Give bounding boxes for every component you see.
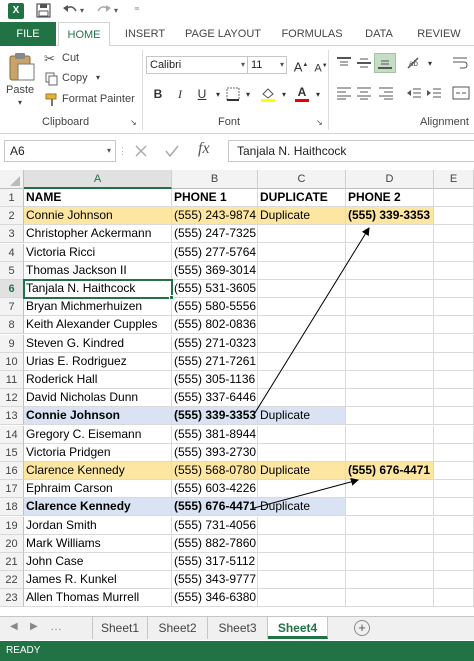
tab-page-layout[interactable]: PAGE LAYOUT (176, 22, 270, 46)
borders-dropdown-icon[interactable]: ▾ (240, 87, 256, 103)
undo-dropdown-icon[interactable]: ▾ (80, 2, 84, 20)
sheet-tab-3[interactable]: Sheet3 (208, 617, 268, 639)
font-color-swatch (295, 99, 309, 102)
chevron-down-icon[interactable]: ▾ (107, 141, 111, 161)
formula-buttons: fx (124, 140, 228, 162)
name-box[interactable]: A6 ▾ (4, 140, 116, 162)
font-group-label: Font (218, 116, 241, 128)
font-name-value: Calibri (150, 59, 182, 71)
fill-color-dropdown-icon[interactable]: ▾ (276, 87, 292, 103)
paste-dropdown-icon[interactable]: ▾ (18, 98, 22, 107)
align-top-icon[interactable] (336, 56, 352, 70)
fill-color-icon[interactable] (260, 86, 276, 102)
tab-file[interactable]: FILE (0, 22, 56, 46)
paste-button[interactable]: Paste ▾ (4, 50, 40, 110)
font-launcher-icon[interactable]: ↘ (316, 118, 323, 127)
scroll-right-icon[interactable]: ▶ (30, 621, 38, 632)
align-bottom-button[interactable] (374, 53, 396, 73)
sheet-tab-1[interactable]: Sheet1 (92, 617, 148, 639)
add-sheet-button[interactable]: + (354, 620, 370, 636)
copy-label: Copy (62, 72, 88, 84)
name-box-value: A6 (10, 144, 25, 158)
save-icon[interactable] (36, 3, 51, 18)
duplicate-arrow-connie (252, 227, 370, 417)
insert-function-icon[interactable]: fx (198, 140, 210, 158)
decrease-indent-icon[interactable] (406, 86, 422, 100)
increase-indent-icon[interactable] (426, 86, 442, 100)
copy-dropdown-icon[interactable]: ▾ (96, 73, 100, 82)
svg-text:ab: ab (409, 59, 418, 68)
group-separator (142, 50, 143, 130)
group-separator (328, 50, 329, 130)
cut-label: Cut (62, 52, 80, 64)
sheet-tab-bar: ◀ ▶ … Sheet1 Sheet2 Sheet3 Sheet4 + (0, 616, 474, 640)
tab-insert[interactable]: INSERT (118, 22, 172, 46)
tab-formulas[interactable]: FORMULAS (274, 22, 350, 46)
italic-button[interactable]: I (172, 86, 188, 102)
font-size-select[interactable]: 11 ▾ (247, 56, 287, 74)
orientation-dropdown-icon[interactable]: ▾ (422, 56, 438, 72)
redo-dropdown-icon[interactable]: ▾ (114, 2, 118, 20)
font-color-button[interactable]: A (294, 84, 310, 102)
font-color-icon: A (297, 85, 307, 99)
duplicate-arrow-clarence (253, 477, 359, 509)
undo-icon[interactable] (62, 3, 78, 18)
cancel-icon[interactable] (134, 144, 148, 158)
ribbon-tabs: FILE HOME INSERT PAGE LAYOUT FORMULAS DA… (0, 22, 474, 47)
alignment-group-label: Alignment (420, 116, 469, 128)
shrink-font-icon[interactable]: A▼ (313, 58, 329, 75)
enter-icon[interactable] (164, 144, 180, 158)
customize-qat-icon[interactable]: ⁼ (134, 2, 140, 20)
formula-input[interactable]: Tanjala N. Haithcock (228, 140, 474, 162)
sheet-tab-4[interactable]: Sheet4 (268, 617, 328, 639)
align-middle-icon[interactable] (356, 56, 372, 70)
excel-logo-icon: X (8, 3, 24, 19)
chevron-down-icon: ▾ (279, 60, 284, 69)
scroll-left-icon[interactable]: ◀ (10, 621, 18, 632)
align-left-icon[interactable] (336, 86, 352, 100)
spreadsheet-grid[interactable]: ABCDE 1 NAME PHONE 1 DUPLICATE PHONE 2 2 Conni… (0, 170, 474, 610)
status-text: READY (6, 645, 41, 656)
formula-bar: A6 ▾ ⋮ fx Tanjala N. Haithcock (0, 138, 474, 164)
cut-button[interactable]: ✂ Cut (44, 50, 124, 68)
align-bottom-icon (378, 60, 392, 69)
align-center-icon[interactable] (356, 86, 372, 100)
plus-icon: + (358, 620, 366, 635)
tab-review[interactable]: REVIEW (408, 22, 470, 46)
format-painter-label: Format Painter (62, 93, 135, 105)
clipboard-group-label: Clipboard (42, 116, 90, 128)
borders-icon[interactable] (226, 87, 240, 101)
status-bar: READY (0, 641, 474, 661)
clipboard-launcher-icon[interactable]: ↘ (130, 118, 137, 127)
format-painter-icon (45, 93, 57, 106)
tab-data[interactable]: DATA (354, 22, 404, 46)
font-size-value: 11 (251, 59, 263, 71)
font-name-select[interactable]: Calibri ▾ (146, 56, 248, 74)
font-color-dropdown-icon[interactable]: ▾ (310, 87, 326, 103)
more-sheets-icon[interactable]: … (50, 619, 62, 633)
format-painter-button[interactable]: Format Painter (44, 91, 144, 109)
underline-button[interactable]: U (194, 86, 210, 102)
wrap-text-icon[interactable] (452, 56, 468, 70)
align-right-icon[interactable] (378, 86, 394, 100)
scissors-icon: ✂ (44, 51, 55, 66)
annotation-arrows (252, 227, 370, 509)
merge-center-icon[interactable] (452, 86, 470, 100)
tab-home[interactable]: HOME (58, 22, 110, 47)
copy-button[interactable]: Copy ▾ (44, 70, 124, 88)
paste-icon (9, 53, 35, 81)
bold-button[interactable]: B (150, 86, 166, 102)
paste-label: Paste (6, 84, 35, 96)
quick-access-toolbar: X ▾ ▾ ⁼ (0, 0, 474, 22)
redo-icon[interactable] (96, 3, 112, 18)
sheet-tab-2[interactable]: Sheet2 (148, 617, 208, 639)
underline-dropdown-icon[interactable]: ▾ (210, 87, 226, 103)
chevron-down-icon: ▾ (240, 60, 245, 69)
orientation-icon[interactable]: ab (406, 56, 422, 70)
grow-font-icon[interactable]: A▲ (293, 57, 309, 74)
copy-icon (45, 72, 58, 86)
ribbon-home: Paste ▾ ✂ Cut Copy ▾ Format Painter Clip… (0, 46, 474, 134)
